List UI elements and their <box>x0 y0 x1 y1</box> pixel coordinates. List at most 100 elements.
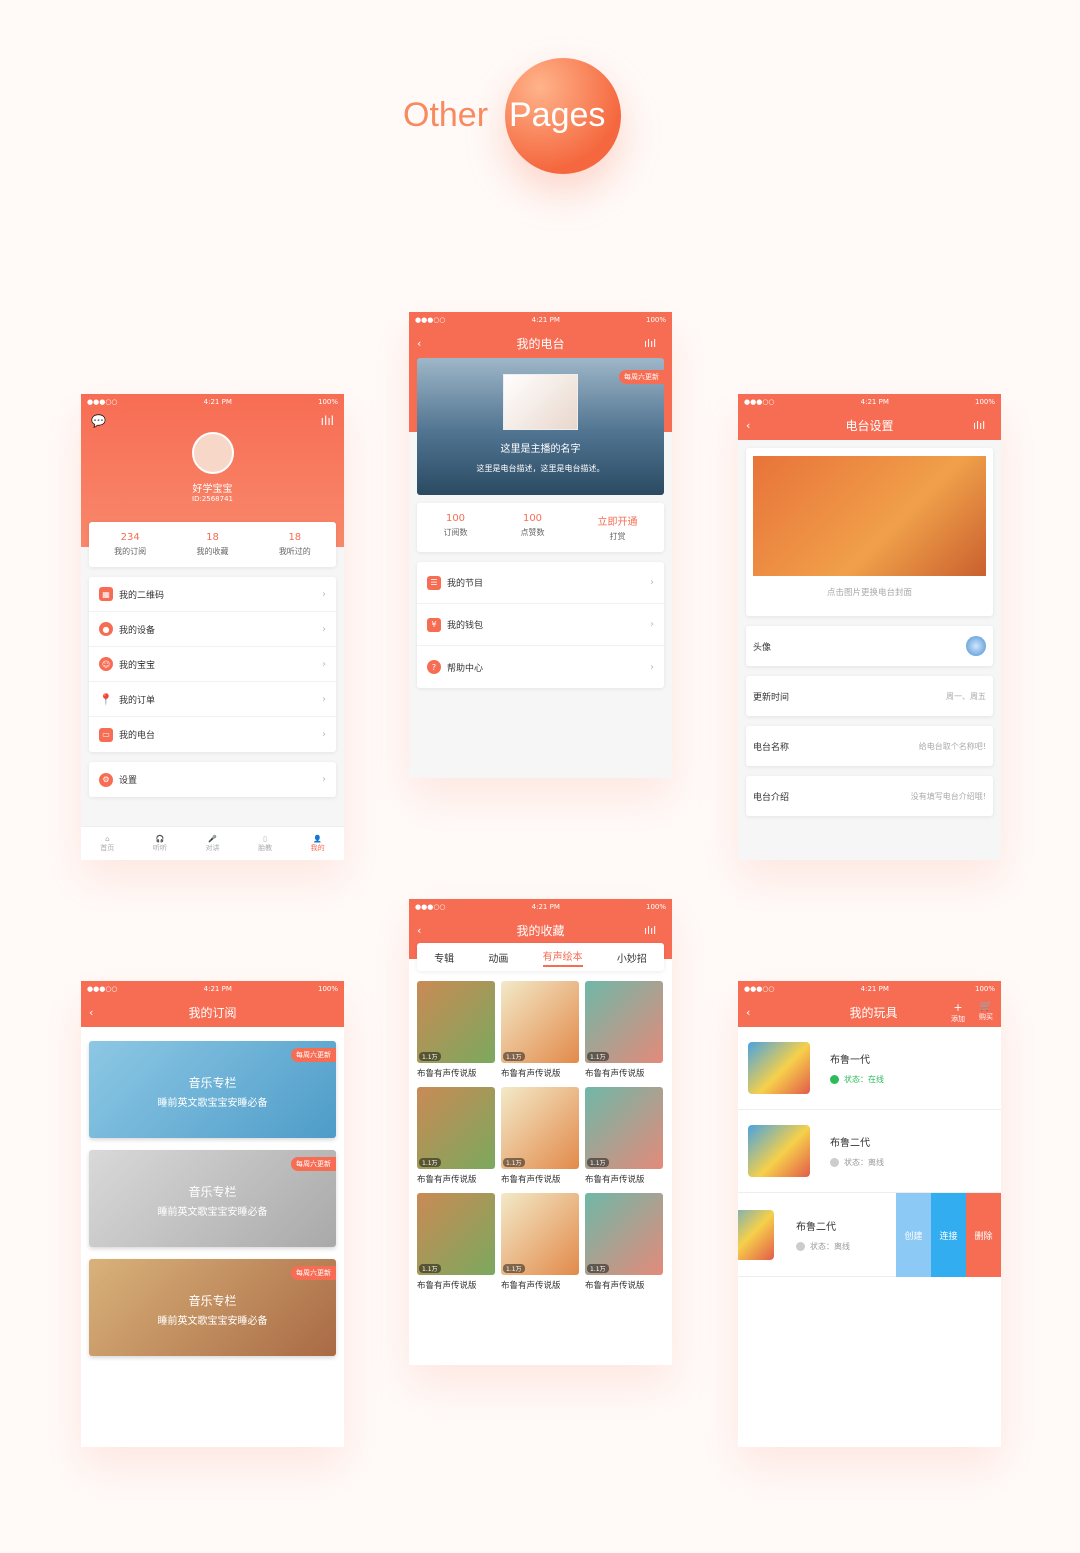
toy-item[interactable]: 布鲁二代 状态：离线 <box>738 1110 1001 1193</box>
tab-tips[interactable]: 小妙招 <box>617 950 647 965</box>
back-icon[interactable]: ‹ <box>417 337 437 350</box>
chevron-right-icon: › <box>650 577 654 588</box>
cover-hint: 点击图片更换电台封面 <box>826 588 912 598</box>
add-button[interactable]: + 添加 <box>951 1001 965 1024</box>
menu-orders[interactable]: 📍 我的订单 › <box>89 682 336 717</box>
equalizer-icon[interactable]: ılıl <box>644 924 664 937</box>
setting-avatar[interactable]: 头像 <box>746 626 993 666</box>
close-icon <box>830 1158 839 1167</box>
status-bar: ●●●○○ 4:21 PM 100% <box>744 985 995 993</box>
toy-item-swiped[interactable]: 布鲁二代 状态：离线 创建 连接 删除 <box>738 1193 1001 1277</box>
book-item[interactable]: 1.1万 布鲁有声传说版 <box>501 1087 579 1185</box>
tab-audiobooks[interactable]: 有声绘本 <box>542 948 583 967</box>
tab-albums[interactable]: 专辑 <box>434 950 454 965</box>
connect-button[interactable]: 连接 <box>931 1193 966 1277</box>
menu-baby[interactable]: ☺ 我的宝宝 › <box>89 647 336 682</box>
radio-menu: ☰ 我的节目 › ¥ 我的钱包 › ? 帮助中心 › <box>417 562 664 688</box>
status-bar: ●●●○○ 4:21 PM 100% <box>744 398 995 406</box>
book-item[interactable]: 1.1万 布鲁有声传说版 <box>585 1193 663 1291</box>
device-icon: ● <box>99 622 113 636</box>
host-photo[interactable] <box>503 374 578 430</box>
equalizer-icon[interactable]: ılıl <box>321 414 334 428</box>
baby-icon: ☺ <box>99 657 113 671</box>
book-item[interactable]: 1.1万 布鲁有声传说版 <box>501 981 579 1079</box>
page-title: 我的玩具 <box>849 1005 898 1020</box>
stat-subscriptions[interactable]: 234 我的订阅 <box>114 532 146 557</box>
subscription-card[interactable]: 每周六更新 音乐专栏 睡前英文歌宝宝安睡必备 <box>89 1041 336 1138</box>
menu-radio[interactable]: ▭ 我的电台 › <box>89 717 336 752</box>
setting-radio-intro[interactable]: 电台介绍 没有填写电台介绍哦! <box>746 776 993 816</box>
profile-id: ID:2568741 <box>192 495 233 503</box>
tab-me[interactable]: 👤 我的 <box>311 835 325 853</box>
book-item[interactable]: 1.1万 布鲁有声传说版 <box>417 981 495 1079</box>
back-icon[interactable]: ‹ <box>89 1006 109 1019</box>
subscription-card[interactable]: 每周六更新 音乐专栏 睡前英文歌宝宝安睡必备 <box>89 1150 336 1247</box>
menu-settings[interactable]: ⚙ 设置 › <box>89 762 336 797</box>
tab-prenatal[interactable]: ▯ 胎教 <box>258 835 272 853</box>
book-item[interactable]: 1.1万 布鲁有声传说版 <box>501 1193 579 1291</box>
profile-menu: ▦ 我的二维码 › ● 我的设备 › ☺ 我的宝宝 › 📍 我的订单 › ▭ 我的电台 › <box>89 577 336 752</box>
page-title: 我的订阅 <box>188 1005 237 1020</box>
buy-button[interactable]: 🛒 购买 <box>979 1001 993 1024</box>
nav-bar: ‹ 电台设置 ılıl <box>738 410 1001 440</box>
tab-talk[interactable]: 🎤 对讲 <box>205 835 219 853</box>
back-icon[interactable]: ‹ <box>417 924 437 937</box>
create-button[interactable]: 创建 <box>896 1193 931 1277</box>
menu-programs[interactable]: ☰ 我的节目 › <box>417 562 664 604</box>
setting-radio-name[interactable]: 电台名称 给电台取个名称吧! <box>746 726 993 766</box>
menu-qrcode[interactable]: ▦ 我的二维码 › <box>89 577 336 612</box>
book-item[interactable]: 1.1万 布鲁有声传说版 <box>585 1087 663 1185</box>
setting-update-time[interactable]: 更新时间 周一、周五 <box>746 676 993 716</box>
book-item[interactable]: 1.1万 布鲁有声传说版 <box>417 1087 495 1185</box>
equalizer-icon[interactable]: ılıl <box>973 419 993 432</box>
phone-my-radio: ●●●○○ 4:21 PM 100% ‹ 我的电台 ılıl 每周六更新 这里是主播的名… <box>409 312 672 778</box>
back-icon[interactable]: ‹ <box>746 419 766 432</box>
nav-bar: ‹ 我的电台 ılıl <box>409 328 672 358</box>
chevron-right-icon: › <box>322 774 326 785</box>
tab-home[interactable]: ⌂ 首页 <box>100 835 114 853</box>
favorites-tabs: 专辑 动画 有声绘本 小妙招 <box>417 943 664 971</box>
status-bar: ●●●○○ 4:21 PM 100% <box>415 316 666 324</box>
toy-item[interactable]: 布鲁一代 状态：在线 <box>738 1027 1001 1110</box>
stat-listened[interactable]: 18 我听过的 <box>279 532 311 557</box>
avatar[interactable] <box>191 432 234 474</box>
microphone-icon: 🎤 <box>208 834 217 843</box>
cover-card[interactable]: 点击图片更换电台封面 <box>746 448 993 616</box>
menu-wallet[interactable]: ¥ 我的钱包 › <box>417 604 664 646</box>
equalizer-icon[interactable]: ılıl <box>644 337 664 350</box>
stat-favorites[interactable]: 18 我的收藏 <box>196 532 228 557</box>
stat-reward[interactable]: 立即开通 打赏 <box>598 513 638 542</box>
header-title-pages: Pages <box>509 96 606 134</box>
chevron-right-icon: › <box>322 693 326 705</box>
chevron-right-icon: › <box>322 729 326 740</box>
person-icon: 👤 <box>313 834 323 843</box>
menu-help[interactable]: ? 帮助中心 › <box>417 646 664 688</box>
update-badge: 每周六更新 <box>291 1266 336 1280</box>
radio-description: 这里是电台描述，这里是电台描述。 <box>476 464 605 473</box>
tab-listen[interactable]: 🎧 听听 <box>153 835 167 853</box>
stat-likes[interactable]: 100 点赞数 <box>521 513 545 542</box>
nav-bar: ‹ 我的玩具 + 添加 🛒 购买 <box>738 997 1001 1027</box>
update-badge: 每周六更新 <box>291 1157 336 1171</box>
book-item[interactable]: 1.1万 布鲁有声传说版 <box>585 981 663 1079</box>
chevron-right-icon: › <box>322 623 326 635</box>
phone-favorites: ●●●○○ 4:21 PM 100% ‹ 我的收藏 ılıl 专辑 动画 有声绘本 小妙… <box>409 899 672 1365</box>
update-badge: 每周六更新 <box>291 1048 336 1062</box>
stat-subscribers[interactable]: 100 订阅数 <box>444 513 468 542</box>
qrcode-icon: ▦ <box>99 587 113 601</box>
tab-animation[interactable]: 动画 <box>488 950 508 965</box>
toy-image <box>738 1209 774 1260</box>
chevron-right-icon: › <box>322 588 326 600</box>
phone-toys: ●●●○○ 4:21 PM 100% ‹ 我的玩具 + 添加 🛒 购买 布鲁一代 状态：在线… <box>738 981 1001 1447</box>
subscription-card[interactable]: 每周六更新 音乐专栏 睡前英文歌宝宝安睡必备 <box>89 1259 336 1356</box>
book-item[interactable]: 1.1万 布鲁有声传说版 <box>417 1193 495 1291</box>
page-title: 我的电台 <box>516 336 565 351</box>
cover-image[interactable] <box>753 456 986 576</box>
back-icon[interactable]: ‹ <box>746 1006 766 1019</box>
avatar[interactable] <box>966 636 986 656</box>
menu-devices[interactable]: ● 我的设备 › <box>89 612 336 647</box>
chevron-right-icon: › <box>650 661 654 673</box>
chevron-right-icon: › <box>650 619 654 630</box>
message-icon[interactable]: 💬 <box>91 414 106 428</box>
delete-button[interactable]: 删除 <box>966 1193 1001 1277</box>
